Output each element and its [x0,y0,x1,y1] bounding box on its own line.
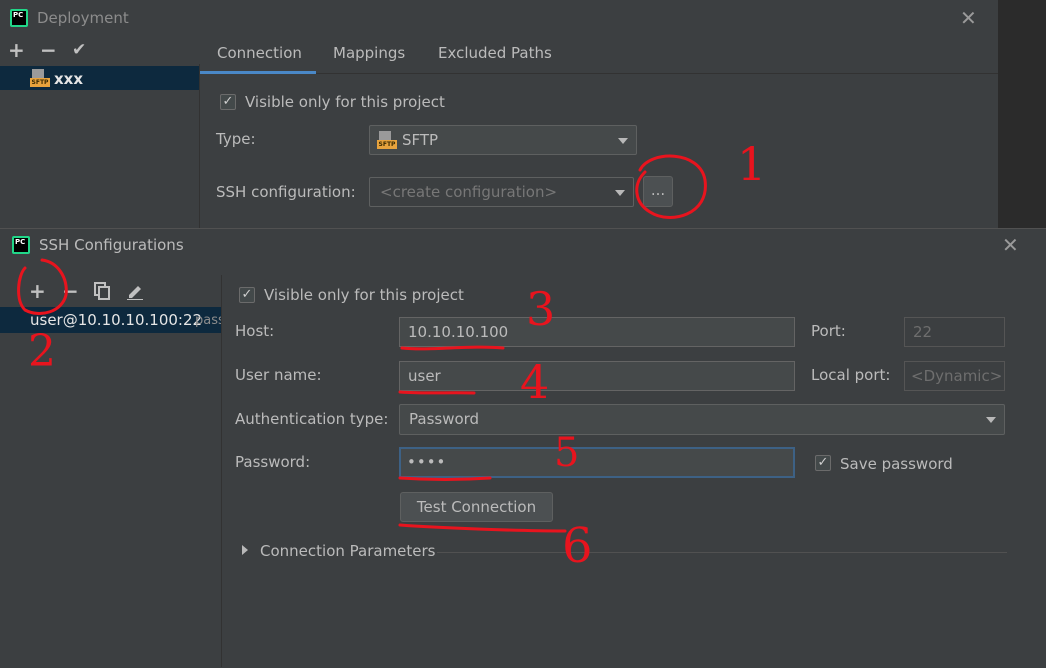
ssh-config-name: user@10.10.10.100:22 [30,311,203,329]
type-label: Type: [216,130,256,148]
section-divider [437,552,1007,553]
host-label: Host: [235,322,275,340]
local-port-input[interactable]: <Dynamic> [904,361,1005,391]
ssh-config-label: SSH configuration: [216,183,356,201]
port-label: Port: [811,322,846,340]
pycharm-logo-icon: PC [10,9,28,27]
connection-parameters-label[interactable]: Connection Parameters [260,542,436,560]
visible-only-label: Visible only for this project [245,93,445,111]
auth-type-value: Password [409,410,480,428]
ssh-close-icon[interactable]: ✕ [1002,235,1019,255]
ssh-list-panel [0,275,222,667]
browse-ssh-config-button[interactable]: ... [643,176,673,207]
local-port-label: Local port: [811,366,891,384]
expand-triangle-icon[interactable] [242,545,248,555]
password-label: Password: [235,453,311,471]
tab-mappings[interactable]: Mappings [333,44,405,62]
deployment-close-icon[interactable]: ✕ [960,8,977,28]
user-name-input[interactable]: user [399,361,795,391]
add-config-icon[interactable]: + [29,281,46,301]
auth-type-dropdown[interactable] [399,404,1005,435]
add-server-icon[interactable]: + [8,40,25,60]
type-chevron-down-icon [618,138,628,144]
port-input[interactable]: 22 [904,317,1005,347]
tab-excluded-paths[interactable]: Excluded Paths [438,44,552,62]
ssh-visible-only-label: Visible only for this project [264,286,464,304]
ssh-title: SSH Configurations [39,236,184,254]
copy-config-icon[interactable] [94,282,110,300]
ssh-config-value: <create configuration> [380,183,558,201]
user-name-label: User name: [235,366,322,384]
remove-config-icon[interactable]: − [62,281,79,301]
auth-type-label: Authentication type: [235,410,389,428]
host-input[interactable]: 10.10.10.100 [399,317,795,347]
type-value: SFTP [402,131,439,149]
visible-only-checkbox[interactable]: ✓ [220,94,236,110]
pycharm-logo-icon: PC [12,236,30,254]
deployment-title: Deployment [37,9,129,27]
ssh-visible-only-checkbox[interactable]: ✓ [239,287,255,303]
save-password-checkbox[interactable]: ✓ [815,455,831,471]
server-name: xxx [54,70,84,88]
tab-connection[interactable]: Connection [217,44,302,62]
apply-check-icon[interactable]: ✔ [72,40,86,60]
sftp-icon: SFTP [30,69,50,87]
test-connection-button[interactable]: Test Connection [400,492,553,522]
ssh-config-auth-suffix: pass [195,313,221,328]
remove-server-icon[interactable]: − [40,40,57,60]
sftp-type-icon: SFTP [377,131,397,149]
password-input[interactable]: •••• [399,447,795,478]
edit-config-icon[interactable] [126,282,144,300]
background-editor [998,0,1046,230]
auth-chevron-down-icon [986,417,996,423]
active-tab-indicator [200,71,316,74]
save-password-label: Save password [840,455,953,473]
tabs-divider [200,73,998,74]
ssh-config-chevron-down-icon [615,190,625,196]
